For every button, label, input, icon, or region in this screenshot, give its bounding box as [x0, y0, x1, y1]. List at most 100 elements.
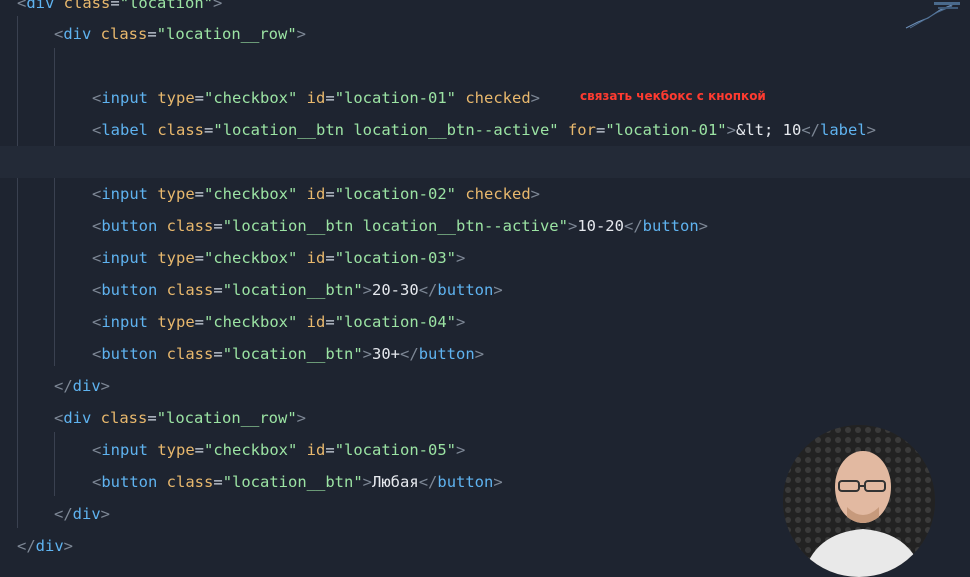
code-token-punct: >: [362, 345, 373, 363]
presenter-avatar: [783, 425, 935, 577]
code-token-punct: >: [63, 537, 74, 555]
code-token-punct: <: [92, 473, 102, 491]
code-token-punct: <: [92, 185, 102, 203]
code-token-str: "location-02": [334, 185, 466, 203]
code-token-tag: div: [72, 505, 101, 523]
code-token-punct: <: [92, 345, 102, 363]
code-line[interactable]: </div>: [0, 530, 917, 562]
code-token-punct: >: [726, 121, 736, 139]
code-token-eq: =: [213, 345, 223, 363]
code-line[interactable]: <label class="location__btn location__bt…: [0, 114, 970, 146]
code-token-attr: for: [567, 121, 596, 139]
code-token-text: 30+: [372, 345, 401, 363]
code-token-punct: >: [362, 473, 373, 491]
code-token-punct: </: [418, 281, 438, 299]
code-token-str: "checkbox": [204, 89, 307, 107]
code-line[interactable]: <div class="location__row">: [0, 18, 954, 50]
code-token-eq: =: [325, 89, 335, 107]
code-token-punct: </: [623, 217, 643, 235]
code-token-punct: <: [92, 249, 102, 267]
code-token-tag: input: [101, 185, 158, 203]
code-line[interactable]: <input type="checkbox" id="location-01" …: [0, 82, 970, 114]
code-token-str: "location__row": [156, 409, 297, 427]
code-token-punct: >: [456, 441, 466, 459]
code-token-tag: input: [101, 89, 158, 107]
code-token-str: "location__btn": [222, 281, 363, 299]
code-token-punct: >: [100, 377, 111, 395]
code-line[interactable]: <div class="location__row">: [0, 402, 954, 434]
code-token-punct: <: [92, 441, 102, 459]
code-token-text: 10-20: [577, 217, 624, 235]
code-token-text: &lt; 10: [735, 121, 802, 139]
code-token-attr: class: [166, 473, 214, 491]
code-token-eq: =: [325, 249, 335, 267]
code-line[interactable]: <button class="location__btn">30+</butto…: [0, 338, 970, 370]
code-token-attr: type: [157, 441, 195, 459]
code-token-eq: =: [325, 313, 335, 331]
code-token-punct: >: [100, 505, 111, 523]
code-token-eq: =: [110, 0, 120, 12]
code-token-punct: >: [362, 281, 373, 299]
code-token-eq: =: [147, 25, 157, 43]
code-token-punct: <: [17, 0, 27, 12]
code-token-attr: checked: [465, 89, 531, 107]
code-token-eq: =: [194, 185, 205, 203]
code-token-attr: id: [306, 89, 326, 107]
code-token-eq: =: [204, 121, 214, 139]
code-token-punct: >: [456, 313, 466, 331]
code-token-tag: button: [437, 473, 494, 491]
code-line-current[interactable]: [0, 146, 970, 178]
code-token-attr: id: [306, 313, 326, 331]
code-token-punct: >: [530, 185, 541, 203]
code-token-punct: >: [530, 89, 541, 107]
code-line[interactable]: <input type="checkbox" id="location-04">: [0, 306, 970, 338]
code-line[interactable]: [0, 50, 970, 82]
code-token-punct: >: [698, 217, 708, 235]
code-token-eq: =: [194, 249, 205, 267]
code-token-tag: div: [26, 0, 64, 12]
code-token-attr: id: [306, 249, 326, 267]
code-token-tag: input: [101, 313, 158, 331]
code-token-tag: button: [101, 345, 167, 363]
code-token-punct: </: [54, 505, 73, 523]
code-token-tag: label: [819, 121, 867, 139]
code-token-punct: >: [296, 409, 307, 427]
code-token-punct: </: [17, 537, 36, 555]
code-token-tag: div: [72, 377, 101, 395]
code-token-tag: label: [101, 121, 158, 139]
code-token-str: "location__btn": [222, 345, 363, 363]
code-token-punct: >: [493, 473, 503, 491]
code-token-tag: div: [63, 409, 101, 427]
code-token-text: 20-30: [372, 281, 419, 299]
code-line[interactable]: <button class="location__btn location__b…: [0, 210, 970, 242]
code-token-eq: =: [213, 217, 223, 235]
code-line[interactable]: </div>: [0, 370, 954, 402]
code-token-punct: >: [213, 0, 223, 12]
code-token-punct: </: [801, 121, 820, 139]
code-token-str: "location__btn location__btn--active": [213, 121, 568, 139]
code-token-str: "location-04": [334, 313, 457, 331]
code-token-tag: button: [437, 281, 494, 299]
code-token-punct: <: [92, 313, 102, 331]
code-token-punct: >: [866, 121, 876, 139]
code-token-punct: >: [296, 25, 307, 43]
code-line[interactable]: <div class="location">: [0, 0, 917, 19]
code-token-tag: button: [642, 217, 699, 235]
code-token-attr: class: [166, 217, 214, 235]
code-token-str: "location": [119, 0, 214, 12]
code-token-attr: type: [157, 313, 195, 331]
code-token-str: "location__btn": [222, 473, 363, 491]
code-token-punct: >: [474, 345, 485, 363]
code-token-punct: </: [418, 473, 438, 491]
code-line[interactable]: <input type="checkbox" id="location-02" …: [0, 178, 970, 210]
code-line[interactable]: <button class="location__btn">20-30</but…: [0, 274, 970, 306]
code-token-eq: =: [325, 441, 335, 459]
code-token-attr: checked: [465, 185, 531, 203]
code-token-attr: class: [166, 345, 214, 363]
code-token-eq: =: [147, 409, 157, 427]
code-token-attr: type: [157, 89, 195, 107]
code-token-str: "location-03": [334, 249, 457, 267]
code-token-punct: >: [567, 217, 578, 235]
code-line[interactable]: <input type="checkbox" id="location-03">: [0, 242, 970, 274]
code-token-punct: <: [92, 121, 102, 139]
